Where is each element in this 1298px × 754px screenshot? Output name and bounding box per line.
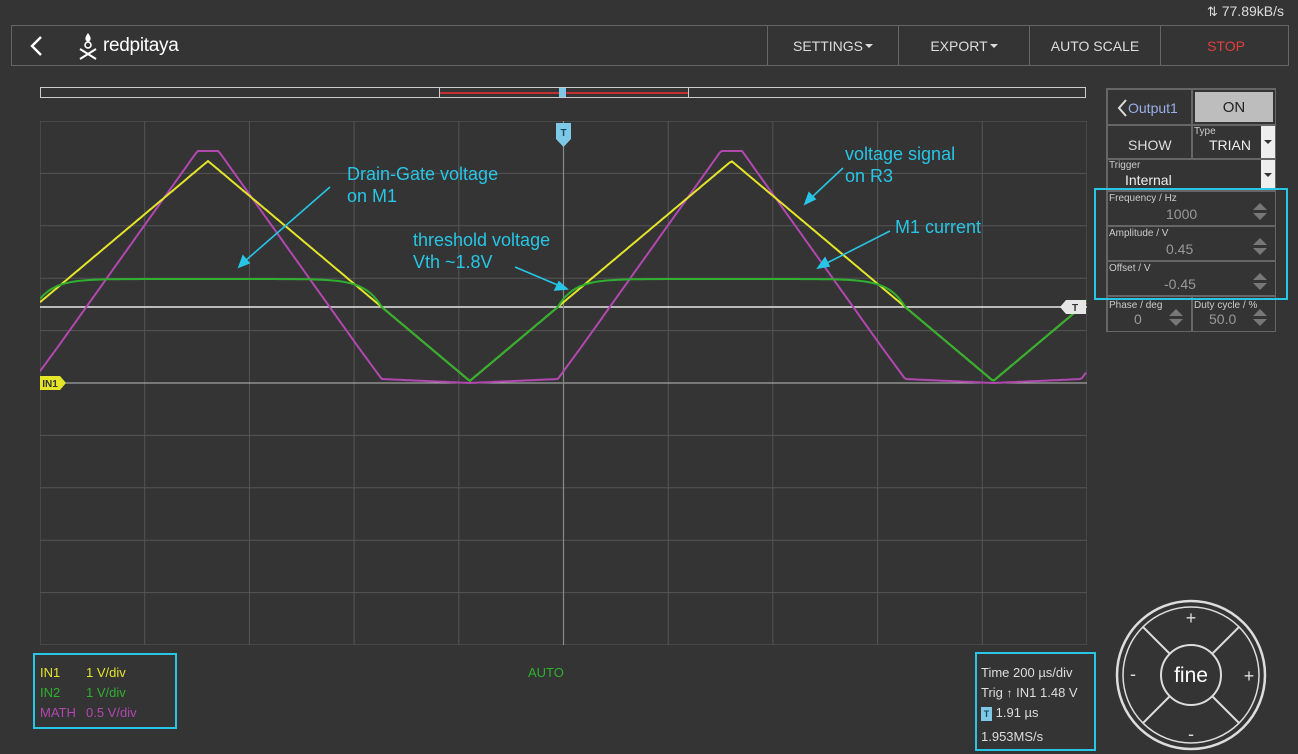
trigger-value: Internal [1125,172,1172,188]
back-arrow-icon[interactable] [26,34,48,58]
annotation-drain-gate-line1: Drain-Gate voltage [347,164,499,184]
stop-button[interactable]: STOP [1160,26,1291,65]
network-speed: ⇅ 77.89kB/s [1207,3,1284,20]
trigger-delay-value: 1.91 µs [995,705,1039,720]
trigger-dropdown-handle[interactable] [1261,160,1275,190]
in2-name: IN2 [40,685,61,700]
annotation-drain-gate-line2: on M1 [347,186,398,206]
annotation-threshold-line1: threshold voltage [413,230,551,250]
in1-name: IN1 [40,665,61,680]
caret-down-icon [1264,140,1272,144]
duty-cycle-label: Duty cycle / % [1194,300,1258,311]
rising-edge-icon: ↑ [1006,686,1013,700]
output1-back-button[interactable]: Output1 [1107,89,1192,125]
annotation-threshold-line2: Vth ~1.8V [413,252,493,272]
redpitaya-logo: redpitaya [77,30,179,62]
auto-scale-button[interactable]: AUTO SCALE [1029,26,1160,65]
annotation-drain-gate: Drain-Gate voltage on M1 [347,163,498,207]
settings-menu-button[interactable]: SETTINGS [767,26,898,65]
trig-label: Trig [981,685,1003,700]
trigger-mode-label: AUTO [528,665,564,680]
auto-scale-label: AUTO SCALE [1050,37,1140,54]
annotation-m1-current: M1 current [895,217,982,237]
app-header: redpitaya SETTINGS EXPORT AUTO SCALE STO… [11,25,1289,66]
channel-scales-box: IN1 1 V/div IN2 1 V/div MATH 0.5 V/div [33,653,177,729]
transfer-arrows-icon: ⇅ [1206,4,1218,19]
in1-marker-label: IN1 [42,379,58,390]
fine-label: fine [1174,664,1208,687]
stop-label: STOP [1207,37,1245,54]
phase-label: Phase / deg [1109,300,1163,311]
nav-down-minus[interactable]: - [1188,724,1194,744]
in2-scale[interactable]: 1 V/div [86,685,126,700]
type-label: Type [1194,126,1216,137]
highlight-box-parameters [1094,188,1288,300]
annotation-threshold: threshold voltage Vth ~1.8V [413,229,550,273]
chevron-left-icon [1117,99,1127,117]
in1-scale[interactable]: 1 V/div [86,665,126,680]
redpitaya-logo-icon [79,33,97,60]
annotation-voltage-r3-line2: on R3 [845,166,894,186]
status-bar: ⇅ 77.89kB/s [0,0,1298,24]
timebase-box: Time 200 µs/div Trig ↑ IN1 1.48 V T 1.91… [975,652,1096,751]
phase-up-icon[interactable] [1169,309,1183,316]
trigger-time-marker-label: T [560,128,566,139]
caret-down-icon [865,43,873,48]
duty-up-icon[interactable] [1253,309,1267,316]
duty-down-icon[interactable] [1253,319,1267,326]
trig-source: IN1 1.48 V [1016,685,1078,700]
type-select[interactable]: Type TRIAN [1192,125,1276,159]
trigger-marker-icon: T [981,706,992,721]
navigation-wheel[interactable]: fine + + - - [1114,598,1268,752]
network-speed-value: 77.89kB/s [1221,3,1284,19]
time-per-div[interactable]: Time 200 µs/div [981,665,1073,680]
trigger-delay: T 1.91 µs [981,705,1039,721]
output1-title: Output1 [1128,100,1178,116]
trigger-level-marker-label: T [1072,303,1078,314]
nav-left-minus[interactable]: - [1130,664,1136,684]
show-label: SHOW [1128,137,1172,153]
type-value: TRIAN [1209,137,1251,153]
export-label: EXPORT [930,37,988,54]
show-button[interactable]: SHOW [1107,125,1192,159]
settings-label: SETTINGS [792,37,863,54]
phase-down-icon[interactable] [1169,319,1183,326]
caret-down-icon [989,43,998,48]
trigger-select[interactable]: Trigger Internal [1107,159,1276,191]
math-scale[interactable]: 0.5 V/div [86,705,137,720]
output-on-label: ON [1195,92,1273,122]
annotation-voltage-r3-line1: voltage signal [845,144,956,164]
type-dropdown-handle[interactable] [1261,126,1275,158]
trigger-label: Trigger [1109,160,1141,171]
nav-right-plus[interactable]: + [1244,666,1255,686]
oscilloscope-plot[interactable]: T T IN1 [40,121,1087,645]
phase-value[interactable]: 0 [1134,311,1142,327]
duty-cycle-value[interactable]: 50.0 [1209,311,1236,327]
sample-rate: 1.953MS/s [981,729,1044,744]
caret-down-icon [1264,173,1272,177]
math-name: MATH [40,705,76,720]
logo-text: redpitaya [103,35,179,56]
export-menu-button[interactable]: EXPORT [898,26,1029,65]
output-on-button[interactable]: ON [1192,89,1276,125]
duty-cycle-field[interactable]: Duty cycle / % 50.0 [1192,296,1276,332]
nav-up-plus[interactable]: + [1186,608,1197,628]
trigger-position-marker[interactable] [559,88,566,97]
buffer-timeline[interactable] [40,87,1086,98]
phase-field[interactable]: Phase / deg 0 [1107,296,1192,332]
annotation-voltage-r3: voltage signal on R3 [845,143,955,187]
trigger-info: Trig ↑ IN1 1.48 V [981,685,1078,700]
